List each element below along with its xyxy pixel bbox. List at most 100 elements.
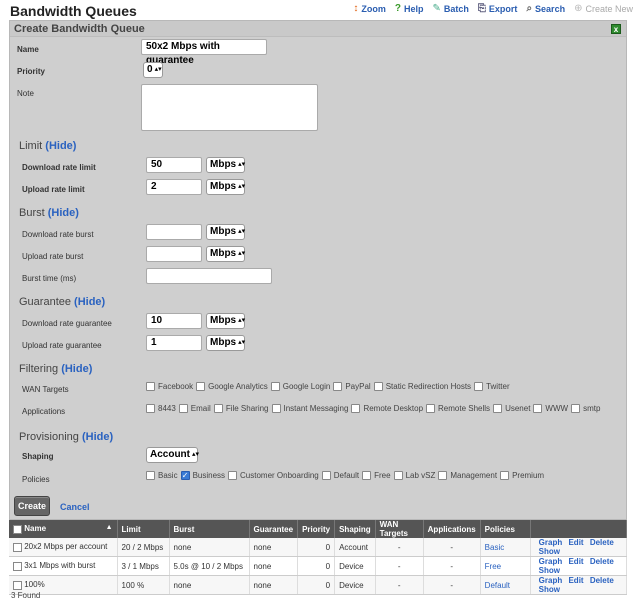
row-action-graph-link[interactable]: Graph [539,576,563,585]
checkbox-checked-icon[interactable]: ✓ [180,471,190,480]
guarantee-hide-link[interactable]: (Hide) [74,296,105,308]
policy-checkbox[interactable]: Free [362,471,391,480]
column-header-shaping[interactable]: Shaping [334,520,376,538]
checkbox-icon[interactable] [426,404,436,413]
close-icon[interactable]: x [611,24,621,34]
column-header-applications[interactable]: Applications [423,520,481,538]
name-input[interactable]: 50x2 Mbps with guarantee [141,39,267,66]
checkbox-icon[interactable] [533,404,543,413]
download-guarantee-input[interactable]: 10 [146,313,202,329]
zoom-button[interactable]: ↕ Zoom [353,4,386,15]
policy-checkbox[interactable]: Default [321,471,359,480]
row-action-edit-link[interactable]: Edit [568,576,583,585]
download-limit-input[interactable]: 50 [146,157,202,173]
upload-limit-input[interactable]: 2 [146,179,202,195]
policy-checkbox[interactable]: Management [438,471,497,480]
policy-checkbox[interactable]: Lab vSZ [393,471,435,480]
note-textarea[interactable] [141,84,318,131]
row-checkbox[interactable] [13,561,22,571]
batch-button[interactable]: ✎ Batch [433,4,469,15]
wan-target-checkbox[interactable]: Twitter [474,382,510,391]
wan-target-checkbox[interactable]: Google Analytics [196,382,268,391]
burst-time-input[interactable] [146,268,272,284]
filtering-hide-link[interactable]: (Hide) [61,363,92,375]
table-row[interactable]: 20x2 Mbps per account 20 / 2 Mbps none none… [9,538,628,557]
checkbox-icon[interactable] [500,471,510,480]
checkbox-icon[interactable] [438,471,448,480]
row-action-delete-link[interactable]: Delete [590,557,614,566]
application-checkbox[interactable]: Email [178,404,211,413]
column-header-wan-targets[interactable]: WAN Targets [375,520,424,538]
application-checkbox[interactable]: 8443 [146,404,176,413]
application-checkbox[interactable]: Instant Messaging [271,404,348,413]
checkbox-icon[interactable] [228,471,238,480]
checkbox-icon[interactable] [146,471,155,480]
download-burst-input[interactable] [146,224,202,240]
create-button[interactable]: Create [14,496,50,516]
row-action-delete-link[interactable]: Delete [590,538,614,547]
checkbox-icon[interactable] [178,404,188,413]
limit-hide-link[interactable]: (Hide) [45,140,76,152]
column-header-burst[interactable]: Burst [169,520,250,538]
table-row[interactable]: 100% 100 % none none 0 Device - - Default Graph E… [9,575,628,595]
upload-guarantee-unit-select[interactable]: Mbps ▴▾ [206,335,245,351]
policy-checkbox[interactable]: Customer Onboarding [228,471,319,480]
application-checkbox[interactable]: Remote Shells [426,404,490,413]
select-all-checkbox[interactable] [13,524,22,534]
checkbox-icon[interactable] [196,382,206,391]
policy-checkbox[interactable]: Basic [146,471,178,480]
application-checkbox[interactable]: Usenet [493,404,530,413]
create-new-button[interactable]: ⊕ Create New [574,4,633,15]
download-guarantee-unit-select[interactable]: Mbps ▴▾ [206,313,245,329]
column-header-priority[interactable]: Priority [297,520,336,538]
checkbox-icon[interactable] [362,471,372,480]
application-checkbox[interactable]: smtp [571,404,600,413]
row-action-show-link[interactable]: Show [539,566,560,575]
upload-burst-input[interactable] [146,246,202,262]
priority-select[interactable]: 0 ▴▾ [143,62,163,78]
provisioning-hide-link[interactable]: (Hide) [82,431,113,443]
export-button[interactable]: ⎘ Export [478,4,518,15]
wan-target-checkbox[interactable]: Google Login [270,382,330,391]
column-header-policies[interactable]: Policies [480,520,531,538]
policy-checkbox[interactable]: Premium [500,471,544,480]
column-header-name[interactable]: Name [24,524,46,533]
application-checkbox[interactable]: WWW [533,404,568,413]
row-action-show-link[interactable]: Show [539,547,560,556]
checkbox-icon[interactable] [146,382,155,391]
row-action-edit-link[interactable]: Edit [568,557,583,566]
checkbox-icon[interactable] [393,471,403,480]
checkbox-icon[interactable] [493,404,503,413]
cancel-link[interactable]: Cancel [60,502,90,512]
checkbox-icon[interactable] [474,382,484,391]
upload-limit-unit-select[interactable]: Mbps ▴▾ [206,179,245,195]
wan-target-checkbox[interactable]: PayPal [333,382,371,391]
column-header-limit[interactable]: Limit [117,520,170,538]
row-action-edit-link[interactable]: Edit [568,538,583,547]
application-checkbox[interactable]: File Sharing [213,404,269,413]
policy-link[interactable]: Free [485,562,501,571]
search-button[interactable]: ⌕ Search [526,4,565,15]
help-button[interactable]: ? Help [395,4,424,15]
checkbox-icon[interactable] [271,404,281,413]
download-limit-unit-select[interactable]: Mbps ▴▾ [206,157,245,173]
row-action-show-link[interactable]: Show [539,585,560,594]
table-row[interactable]: 3x1 Mbps with burst 3 / 1 Mbps 5.0s @ 10 /… [9,556,628,576]
checkbox-icon[interactable] [351,404,361,413]
checkbox-icon[interactable] [213,404,223,413]
download-burst-unit-select[interactable]: Mbps ▴▾ [206,224,245,240]
upload-guarantee-input[interactable]: 1 [146,335,202,351]
row-checkbox[interactable] [13,542,22,552]
policy-link[interactable]: Default [485,581,510,590]
policy-link[interactable]: Basic [485,543,505,552]
policy-checkbox[interactable]: ✓ Business [180,471,225,480]
row-action-graph-link[interactable]: Graph [539,557,563,566]
row-checkbox[interactable] [13,580,22,590]
checkbox-icon[interactable] [146,404,155,413]
checkbox-icon[interactable] [333,382,343,391]
checkbox-icon[interactable] [373,382,383,391]
column-header-guarantee[interactable]: Guarantee [249,520,299,538]
row-action-graph-link[interactable]: Graph [539,538,563,547]
burst-hide-link[interactable]: (Hide) [48,207,79,219]
shaping-select[interactable]: Account ▴▾ [146,447,199,463]
